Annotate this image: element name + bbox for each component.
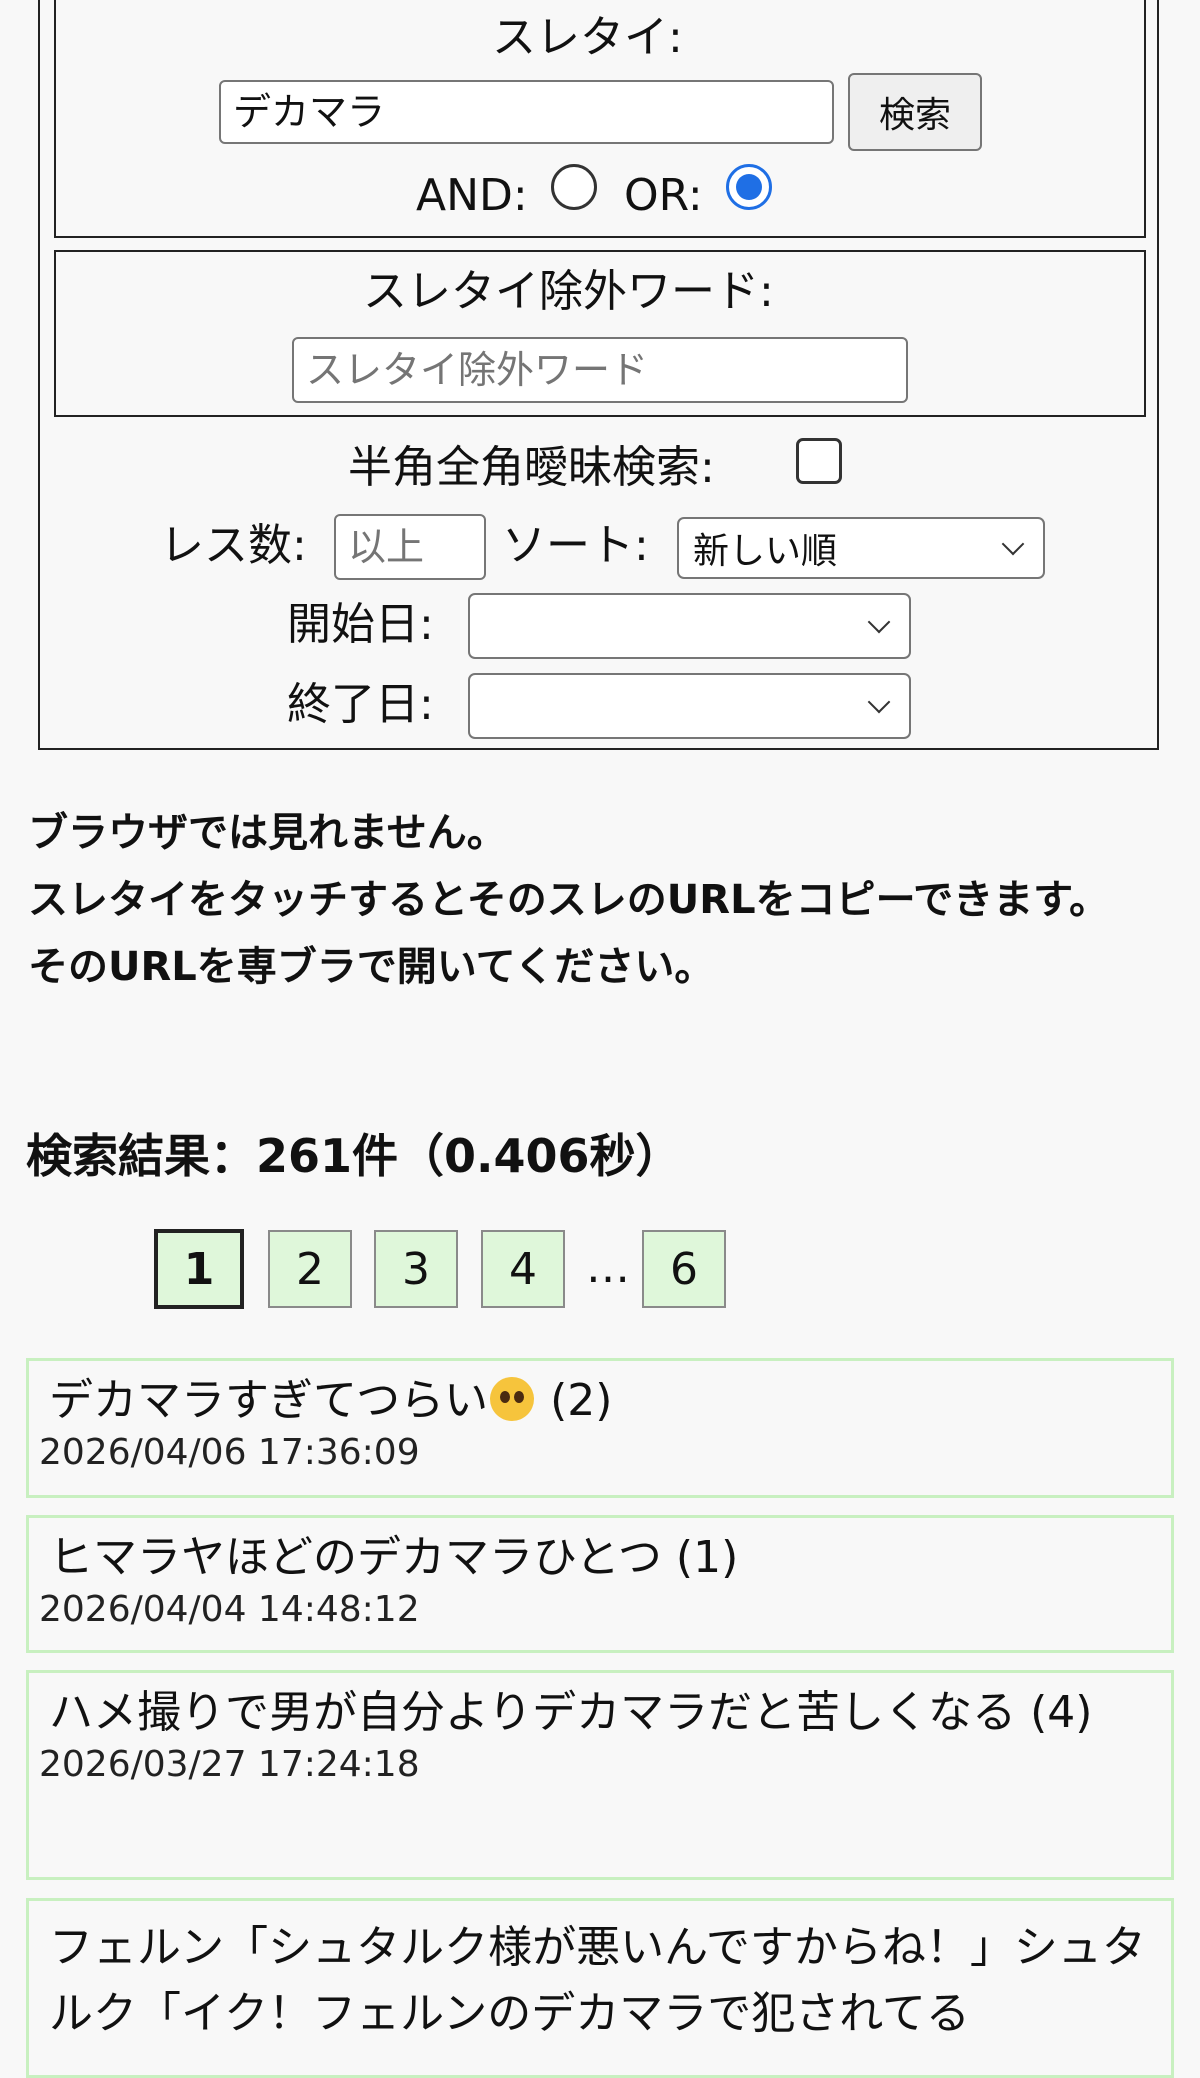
- fuzzy-checkbox[interactable]: [796, 438, 842, 484]
- thread-title[interactable]: ヒマラヤほどのデカマラひとつ (1): [47, 1528, 1153, 1588]
- thread-res-count: (2): [550, 1375, 613, 1426]
- thread-date: 2026/04/04 14:48:12: [39, 1589, 420, 1630]
- or-radio[interactable]: [726, 164, 772, 210]
- chevron-down-icon: [867, 690, 891, 714]
- sort-label: ソート:: [502, 520, 649, 571]
- result-summary: 検索結果：261件（0.406秒）: [26, 1129, 682, 1183]
- end-date-label: 終了日:: [287, 679, 434, 730]
- thread-title[interactable]: ハメ撮りで男が自分よりデカマラだと苦しくなる (4): [47, 1683, 1153, 1743]
- search-button[interactable]: 検索: [848, 73, 982, 151]
- sort-select[interactable]: 新しい順: [677, 517, 1045, 579]
- res-count-input[interactable]: 以上: [334, 514, 486, 580]
- and-radio[interactable]: [551, 164, 597, 210]
- page-link-last[interactable]: 6: [642, 1230, 726, 1308]
- title-search-input[interactable]: デカマラ: [219, 80, 834, 144]
- page-link-3[interactable]: 3: [374, 1230, 458, 1308]
- chevron-down-icon: [867, 610, 891, 634]
- thread-title-text: デカマラすぎてつらい: [49, 1375, 489, 1426]
- page-link-2[interactable]: 2: [268, 1230, 352, 1308]
- browser-notice: ブラウザでは見れません。 スレタイをタッチするとそのスレのURLをコピーできます…: [28, 800, 1168, 1001]
- exclude-input[interactable]: スレタイ除外ワード: [292, 337, 908, 403]
- thread-title[interactable]: デカマラすぎてつらい (2): [47, 1371, 1153, 1431]
- page-current[interactable]: 1: [154, 1229, 244, 1309]
- fuzzy-label: 半角全角曖昧検索:: [348, 442, 715, 493]
- thread-date: 2026/04/06 17:36:09: [39, 1432, 420, 1473]
- thread-item[interactable]: デカマラすぎてつらい (2) 2026/04/06 17:36:09: [26, 1358, 1174, 1498]
- end-date-select[interactable]: [468, 673, 911, 739]
- res-count-placeholder: 以上: [348, 525, 425, 569]
- title-search-value: デカマラ: [233, 90, 386, 134]
- thread-item[interactable]: ハメ撮りで男が自分よりデカマラだと苦しくなる (4) 2026/03/27 17…: [26, 1670, 1174, 1880]
- res-count-label: レス数:: [160, 520, 307, 571]
- thread-item[interactable]: フェルン「シュタルク様が悪いんですからね！」シュタルク「イク！フェルンのデカマラ…: [26, 1898, 1174, 2078]
- page-link-4[interactable]: 4: [481, 1230, 565, 1308]
- notice-line: ブラウザでは見れません。: [28, 810, 507, 856]
- sort-select-value: 新しい順: [693, 531, 838, 572]
- notice-line: そのURLを専ブラで開いてください。: [28, 944, 715, 990]
- start-date-label: 開始日:: [287, 599, 434, 650]
- title-label: スレタイ:: [492, 12, 683, 63]
- exclude-placeholder: スレタイ除外ワード: [306, 348, 649, 392]
- pleading-face-icon: [490, 1377, 535, 1421]
- thread-date: 2026/03/27 17:24:18: [39, 1744, 420, 1785]
- chevron-down-icon: [1001, 532, 1025, 556]
- and-label: AND:: [416, 170, 528, 221]
- thread-item[interactable]: ヒマラヤほどのデカマラひとつ (1) 2026/04/04 14:48:12: [26, 1515, 1174, 1653]
- start-date-select[interactable]: [468, 593, 911, 659]
- thread-title[interactable]: フェルン「シュタルク様が悪いんですからね！」シュタルク「イク！フェルンのデカマラ…: [47, 1915, 1153, 2047]
- exclude-label: スレタイ除外ワード:: [363, 266, 774, 317]
- or-label: OR:: [624, 170, 703, 221]
- page-ellipsis: …: [586, 1242, 630, 1293]
- notice-line: スレタイをタッチするとそのスレのURLをコピーできます。: [28, 877, 1110, 923]
